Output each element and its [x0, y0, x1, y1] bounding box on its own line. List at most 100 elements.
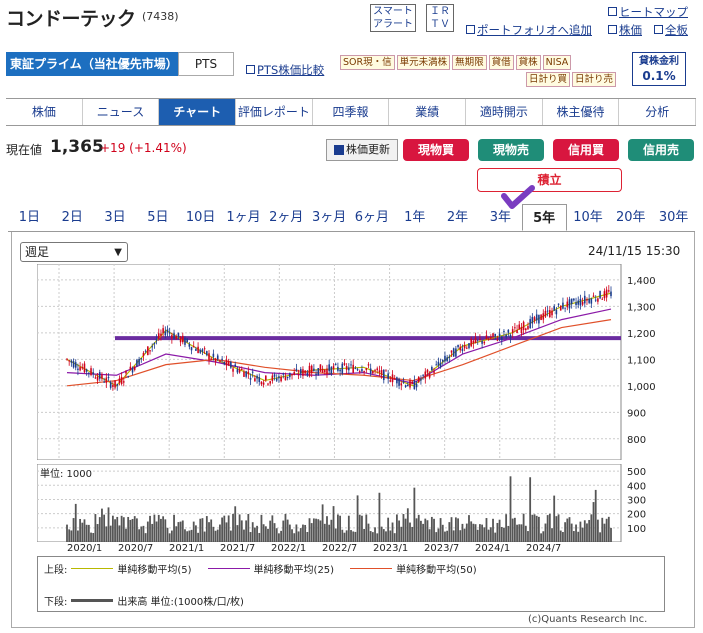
- candle-body: [286, 376, 289, 378]
- tab-benefits[interactable]: 株主優待: [543, 99, 620, 125]
- candle-body: [446, 357, 448, 362]
- pts-tab[interactable]: PTS: [178, 52, 234, 76]
- candle-body: [520, 327, 523, 334]
- candle-body: [524, 328, 527, 331]
- tab-news[interactable]: ニュース: [83, 99, 160, 125]
- volume-bar: [557, 514, 560, 542]
- candle-body: [599, 291, 601, 299]
- candle-body: [88, 372, 90, 374]
- period-3m[interactable]: 3ヶ月: [308, 204, 351, 231]
- volume-bar: [94, 514, 97, 542]
- tab-analysis[interactable]: 分析: [619, 99, 697, 125]
- candle-body: [398, 378, 400, 386]
- ir-tv-button[interactable]: ＩＲ ＴＶ: [426, 4, 454, 32]
- chart-timestamp: 24/11/15 15:30: [588, 244, 681, 258]
- volume-bar: [129, 519, 132, 542]
- volume-bar: [127, 516, 130, 542]
- candle-body: [208, 353, 210, 360]
- margin-buy-button[interactable]: 信用買: [553, 139, 619, 161]
- candle-body: [426, 369, 429, 373]
- candle-body: [518, 324, 521, 330]
- period-6m[interactable]: 6ヶ月: [351, 204, 394, 231]
- volume-bar: [540, 533, 542, 542]
- current-price: 1,365: [50, 137, 104, 157]
- volume-bar: [275, 528, 278, 542]
- portfolio-link[interactable]: ポートフォリオへ追加: [466, 22, 592, 38]
- candle-body: [476, 339, 479, 341]
- volume-bar: [538, 516, 540, 542]
- period-5d[interactable]: 5日: [136, 204, 179, 231]
- refresh-price-button[interactable]: 株価更新: [326, 139, 398, 161]
- period-1d[interactable]: 1日: [8, 204, 51, 231]
- candle-body: [546, 310, 549, 312]
- y-tick-label: 1,400: [627, 276, 656, 287]
- tab-report[interactable]: 評価レポート: [236, 99, 313, 125]
- candle-body: [138, 359, 140, 365]
- volume-bar: [596, 519, 599, 542]
- volume-bar: [347, 515, 350, 542]
- volume-bar: [444, 531, 446, 542]
- candle-body: [437, 361, 440, 366]
- period-1m[interactable]: 1ヶ月: [222, 204, 265, 231]
- volume-bar: [472, 523, 475, 542]
- volume-bar: [288, 524, 291, 542]
- volume-bar: [406, 508, 409, 542]
- period-2d[interactable]: 2日: [51, 204, 94, 231]
- board-link-label: 全板: [665, 23, 688, 37]
- volume-bar: [90, 532, 92, 542]
- tab-chart[interactable]: チャート: [159, 99, 237, 125]
- smart-alert-button[interactable]: スマート アラート: [370, 4, 416, 32]
- candle-body: [105, 377, 108, 383]
- candle-body: [367, 364, 370, 366]
- market-tab[interactable]: 東証プライム（当社優先市場）: [6, 52, 178, 76]
- period-3d[interactable]: 3日: [94, 204, 137, 231]
- volume-bar: [426, 520, 429, 542]
- volume-bar: [142, 525, 145, 542]
- candle-body: [568, 299, 571, 309]
- volume-bar: [603, 523, 606, 542]
- period-2m[interactable]: 2ヶ月: [265, 204, 308, 231]
- volume-bar: [308, 518, 311, 542]
- volume-bar: [413, 487, 416, 542]
- tab-stock[interactable]: 株価: [6, 99, 83, 125]
- cash-sell-button[interactable]: 現物売: [478, 139, 544, 161]
- volume-bar: [424, 518, 427, 542]
- trade-tags-row2: 日計り買 日計り売: [526, 71, 618, 87]
- stock-link[interactable]: 株価: [608, 22, 642, 38]
- candle-body: [522, 321, 525, 330]
- candle-body: [511, 329, 514, 333]
- stock-link-label: 株価: [619, 23, 642, 37]
- candle-body: [428, 374, 431, 378]
- volume-bar: [210, 519, 213, 542]
- x-tick-label: 2023/7: [424, 543, 460, 554]
- price-chart: 800 900 1,000 1,100 1,200 1,300 1,400: [37, 264, 656, 460]
- volume-bar: [173, 514, 175, 542]
- tab-disclosure[interactable]: 適時開示: [466, 99, 543, 125]
- period-10d[interactable]: 10日: [179, 204, 222, 231]
- period-10y[interactable]: 10年: [567, 204, 610, 231]
- period-2y[interactable]: 2年: [436, 204, 479, 231]
- tab-shikiho[interactable]: 四季報: [313, 99, 390, 125]
- volume-bar: [284, 513, 287, 542]
- x-axis-labels: 2020/1 2020/7 2021/1 2021/7 2022/1 2022/7 2023…: [37, 543, 597, 557]
- tsumitate-button[interactable]: 積立: [477, 168, 622, 192]
- candle-body: [118, 378, 121, 383]
- interval-select[interactable]: 週足 ▼: [20, 242, 128, 262]
- candle-body: [94, 377, 97, 379]
- lending-rate-box[interactable]: 貸株金利 0.1%: [632, 52, 686, 86]
- period-30y[interactable]: 30年: [652, 204, 695, 231]
- heatmap-link[interactable]: ヒートマップ: [608, 4, 688, 20]
- candle-body: [319, 364, 322, 372]
- period-1y[interactable]: 1年: [393, 204, 436, 231]
- cash-buy-button[interactable]: 現物買: [403, 139, 469, 161]
- board-link[interactable]: 全板: [654, 22, 688, 38]
- volume-bar: [323, 523, 326, 542]
- candle-body: [570, 298, 573, 305]
- period-20y[interactable]: 20年: [609, 204, 652, 231]
- pts-compare-link[interactable]: PTS株価比較: [246, 62, 324, 78]
- candle-body: [171, 335, 173, 339]
- candle-body: [608, 290, 610, 292]
- volume-bar: [568, 517, 571, 542]
- tab-earnings[interactable]: 業績: [389, 99, 467, 125]
- margin-sell-button[interactable]: 信用売: [628, 139, 694, 161]
